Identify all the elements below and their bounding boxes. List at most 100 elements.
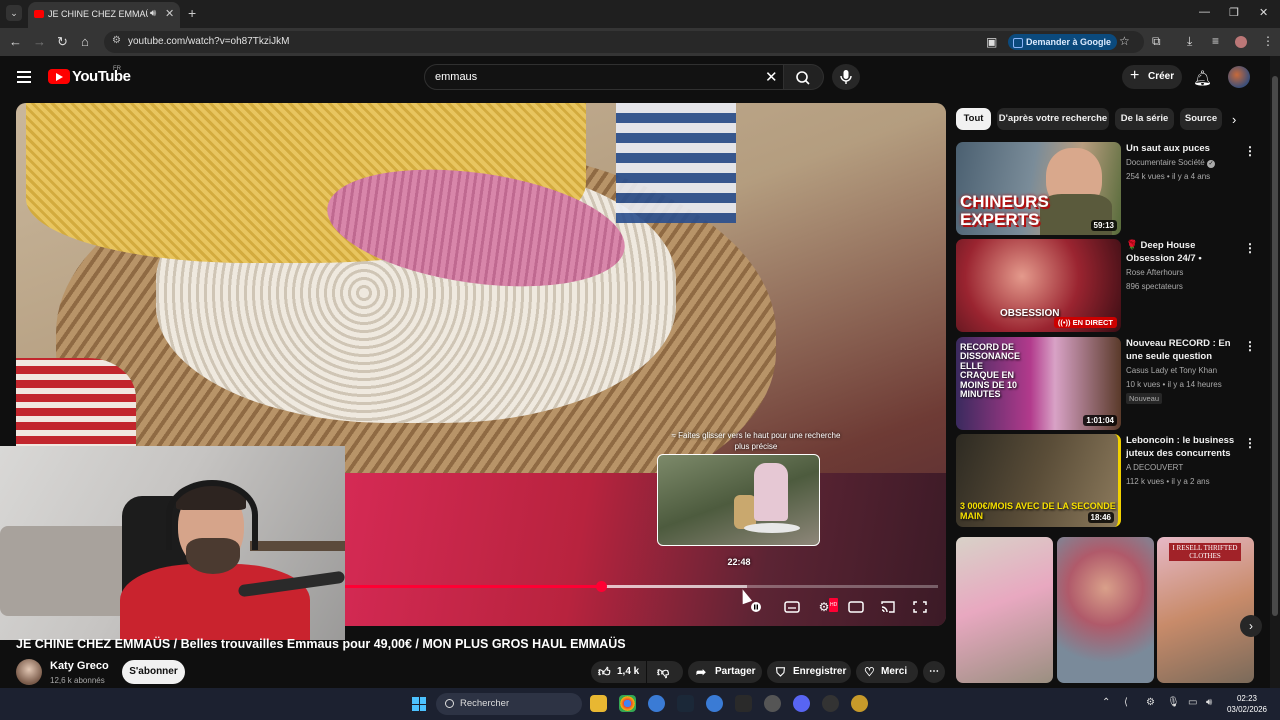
more-vertical-icon[interactable]: ⋮ xyxy=(1244,241,1256,255)
create-button[interactable]: Créer xyxy=(1122,64,1182,89)
theater-mode-icon[interactable] xyxy=(848,600,864,614)
youtube-wordmark[interactable]: YouTube xyxy=(72,68,131,85)
voice-search-button[interactable] xyxy=(832,64,860,90)
app-icon[interactable] xyxy=(706,695,723,712)
recommendation-thumbnail[interactable]: RECORD DE DISSONANCE ELLE CRAQUE EN MOIN… xyxy=(956,337,1121,430)
forward-icon[interactable]: → xyxy=(33,34,46,49)
browser-menu-icon[interactable]: ⋮ xyxy=(1262,34,1274,48)
recommendation-thumbnail[interactable]: CHINEURS EXPERTS 59:13 xyxy=(956,142,1121,235)
search-button[interactable] xyxy=(784,64,824,90)
more-actions-button[interactable]: ⋯ xyxy=(923,661,945,683)
short-thumbnail[interactable]: I RESELL THRIFTED CLOTHES xyxy=(1157,537,1254,683)
app-icon[interactable] xyxy=(648,695,665,712)
thumbs-down-icon: 👎︎ xyxy=(657,665,670,679)
profile-avatar[interactable] xyxy=(1235,36,1247,48)
share-button[interactable]: ➦ Partager xyxy=(688,661,762,683)
media-control-icon[interactable]: ≡ xyxy=(1212,34,1219,48)
close-tab-icon[interactable]: ✕ xyxy=(165,7,174,20)
recommendation-title[interactable]: Un saut aux puces xyxy=(1126,142,1238,155)
subtitles-icon[interactable] xyxy=(784,600,800,614)
recommendation-channel[interactable]: Rose Afterhours xyxy=(1126,268,1183,277)
notifications-bell-icon[interactable]: 🔔︎ xyxy=(1193,69,1212,87)
chip-source[interactable]: Source xyxy=(1180,108,1222,130)
account-avatar[interactable] xyxy=(1228,66,1250,88)
short-thumbnail[interactable] xyxy=(956,537,1053,683)
app-icon[interactable] xyxy=(822,695,839,712)
recommendation-title[interactable]: 🌹 Deep House Obsession 24/7 • Emotional … xyxy=(1126,239,1238,265)
tray-icon[interactable]: ⚙ xyxy=(1146,697,1155,708)
chip-related-search[interactable]: D'après votre recherche xyxy=(997,108,1109,130)
tray-network-icon[interactable]: ▭ xyxy=(1188,697,1197,708)
site-info-icon[interactable]: ⚙ xyxy=(112,35,121,46)
recommendation-channel[interactable]: Documentaire Société ✓ xyxy=(1126,158,1215,168)
channel-avatar[interactable] xyxy=(16,659,42,685)
steam-icon[interactable] xyxy=(677,695,694,712)
app-icon[interactable] xyxy=(735,695,752,712)
pause-icon[interactable] xyxy=(748,600,764,614)
new-tab-icon[interactable]: + xyxy=(188,5,196,21)
windows-start-icon[interactable] xyxy=(412,697,426,711)
back-icon[interactable]: ← xyxy=(9,34,22,49)
reload-icon[interactable]: ↻ xyxy=(57,34,68,50)
file-explorer-icon[interactable] xyxy=(590,695,607,712)
recommendation-title[interactable]: Nouveau RECORD : En une seule question L… xyxy=(1126,337,1238,363)
app-icon[interactable] xyxy=(851,695,868,712)
thanks-button[interactable]: ♡ Merci xyxy=(856,661,918,683)
thumbnail-caption: OBSESSION xyxy=(1000,307,1060,319)
settings-gear-icon[interactable]: ⚙ HD xyxy=(816,598,839,614)
more-vertical-icon[interactable]: ⋮ xyxy=(1244,436,1256,450)
recommendation-title[interactable]: Leboncoin : le business juteux des concu… xyxy=(1126,434,1238,460)
ask-google-button[interactable]: Demander à Google xyxy=(1008,34,1118,50)
search-input[interactable]: emmaus ✕ xyxy=(424,64,784,90)
extensions-icon[interactable]: ⧉ xyxy=(1152,34,1161,49)
more-vertical-icon[interactable]: ⋮ xyxy=(1244,144,1256,158)
recommendation-channel[interactable]: Casus Lady et Tony Khan xyxy=(1126,366,1217,375)
page-scrollbar[interactable] xyxy=(1270,56,1280,688)
recommendation-thumbnail[interactable]: 3 000€/MOIS AVEC DE LA SECONDE MAIN 18:4… xyxy=(956,434,1121,527)
install-app-icon[interactable]: ▣ xyxy=(986,35,997,49)
chrome-icon[interactable] xyxy=(619,695,636,712)
discord-icon[interactable] xyxy=(793,695,810,712)
recommendation-item[interactable]: RECORD DE DISSONANCE ELLE CRAQUE EN MOIN… xyxy=(956,337,1256,431)
tray-mic-icon[interactable]: 🎙︎ xyxy=(1167,697,1180,708)
channel-name[interactable]: Katy Greco xyxy=(50,660,109,672)
subscribe-button[interactable]: S'abonner xyxy=(122,660,185,684)
taskbar-clock[interactable]: 02:23 03/02/2026 xyxy=(1222,693,1272,715)
taskbar-search[interactable]: Rechercher xyxy=(436,693,582,715)
hd-badge: HD xyxy=(829,598,839,612)
save-button[interactable]: ⛉ Enregistrer xyxy=(767,661,851,683)
recommendation-channel[interactable]: A DECOUVERT xyxy=(1126,463,1183,472)
dislike-button[interactable]: 👎︎ xyxy=(647,661,683,683)
menu-icon[interactable] xyxy=(17,71,31,83)
bookmark-star-icon[interactable]: ☆ xyxy=(1119,34,1130,48)
speaker-icon[interactable]: 🔊︎ xyxy=(150,8,156,19)
youtube-logo-icon[interactable] xyxy=(48,69,70,84)
recommendation-item[interactable]: OBSESSION ((•)) EN DIRECT 🌹 Deep House O… xyxy=(956,239,1256,333)
shorts-next-chevron-icon[interactable]: › xyxy=(1240,615,1262,637)
recommendation-item[interactable]: 3 000€/MOIS AVEC DE LA SECONDE MAIN 18:4… xyxy=(956,434,1256,528)
more-vertical-icon[interactable]: ⋮ xyxy=(1244,339,1256,353)
close-window-icon[interactable]: ✕ xyxy=(1259,6,1268,19)
tab-search-icon[interactable]: ⌄ xyxy=(6,5,22,21)
downloads-icon[interactable]: ⤓ xyxy=(1187,34,1192,49)
chip-series[interactable]: De la série xyxy=(1115,108,1174,130)
chip-all[interactable]: Tout xyxy=(956,108,991,130)
browser-tab[interactable]: JE CHINE CHEZ EMMAÜS / Belles trouvaille… xyxy=(28,2,180,28)
tray-icon[interactable]: ⟨ xyxy=(1124,697,1128,708)
url-field[interactable]: ⚙ youtube.com/watch?v=oh87TkziJkM ▣ Dema… xyxy=(104,31,1144,53)
cast-icon[interactable] xyxy=(880,600,896,614)
tray-volume-icon[interactable]: 🔊︎ xyxy=(1206,697,1212,708)
minimize-icon[interactable]: — xyxy=(1199,6,1210,18)
restore-icon[interactable]: ❐ xyxy=(1229,6,1239,19)
scrollbar-thumb[interactable] xyxy=(1272,76,1278,616)
short-thumbnail[interactable] xyxy=(1057,537,1154,683)
home-icon[interactable]: ⌂ xyxy=(81,34,89,49)
like-button[interactable]: 👍︎ 1,4 k xyxy=(591,661,646,683)
recommendation-item[interactable]: CHINEURS EXPERTS 59:13 Un saut aux puces… xyxy=(956,142,1256,236)
recommendation-thumbnail[interactable]: OBSESSION ((•)) EN DIRECT xyxy=(956,239,1121,332)
clear-search-icon[interactable]: ✕ xyxy=(765,68,778,86)
fullscreen-icon[interactable] xyxy=(912,600,928,614)
chips-next-chevron-icon[interactable]: › xyxy=(1232,112,1236,127)
tray-chevron-up-icon[interactable]: ⌃ xyxy=(1102,697,1110,708)
app-icon[interactable] xyxy=(764,695,781,712)
